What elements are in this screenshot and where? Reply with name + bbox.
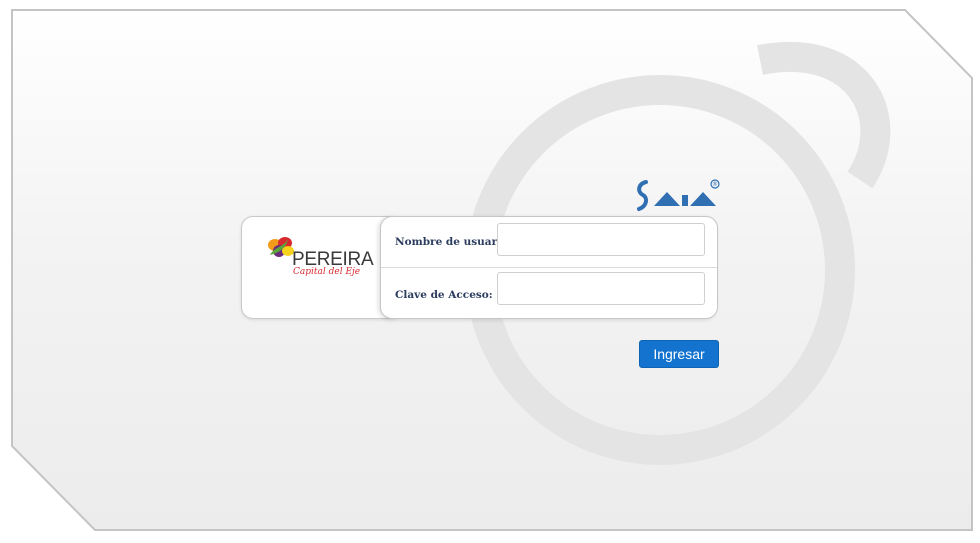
password-label: Clave de Acceso: — [395, 289, 493, 301]
login-form: Nombre de usuario: Clave de Acceso: — [380, 216, 718, 319]
brand-tagline: Capital del Eje — [293, 267, 361, 277]
username-input[interactable] — [497, 223, 705, 256]
saia-logo: ® — [634, 178, 722, 214]
form-divider — [381, 267, 717, 268]
login-button[interactable]: Ingresar — [639, 340, 719, 368]
brand-card: PEREIRA Capital del Eje — [241, 216, 403, 319]
svg-text:®: ® — [712, 181, 718, 188]
username-label: Nombre de usuario: — [395, 236, 512, 248]
password-input[interactable] — [497, 272, 705, 305]
